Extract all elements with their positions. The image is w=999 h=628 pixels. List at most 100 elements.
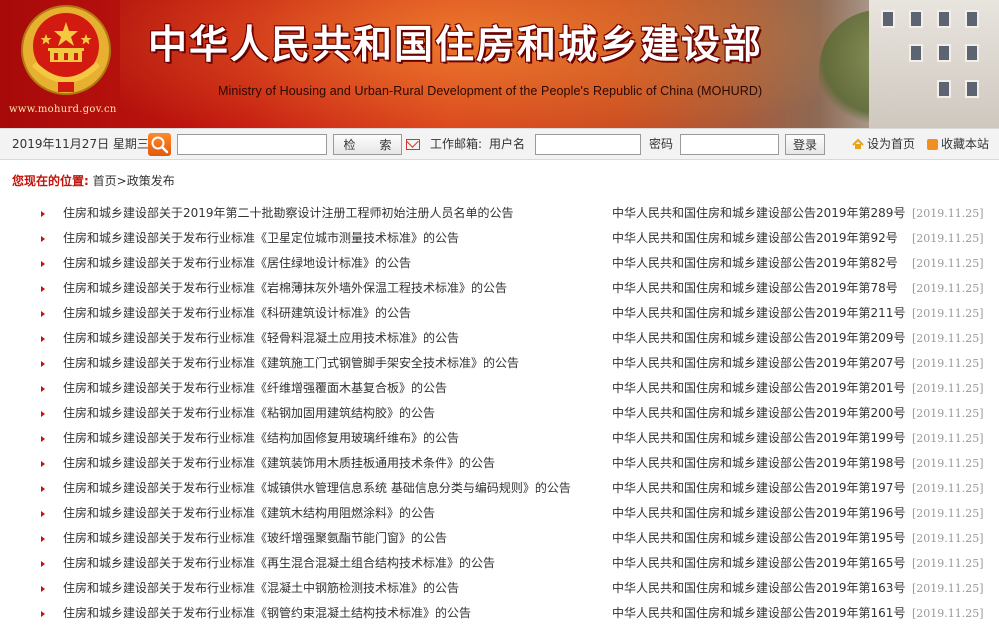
site-title-cn: 中华人民共和国住房和城乡建设部 [148,22,764,68]
national-emblem-icon[interactable] [20,4,112,96]
list-item-title[interactable]: 住房和城乡建设部关于发布行业标准《混凝土中钢筋检测技术标准》的公告 [63,576,459,601]
top-toolbar: 2019年11月27日 星期三 检 索 工作邮箱: 用户名 密码 登录 设为首页… [0,128,999,160]
list-item-date: [2019.11.25] [912,382,984,395]
bullet-icon [41,261,45,267]
list-item-title[interactable]: 住房和城乡建设部关于发布行业标准《结构加固修复用玻璃纤维布》的公告 [63,426,459,451]
site-title-en: Ministry of Housing and Urban-Rural Deve… [218,84,763,98]
list-item-title[interactable]: 住房和城乡建设部关于发布行业标准《岩棉薄抹灰外墙外保温工程技术标准》的公告 [63,276,507,301]
list-item-title[interactable]: 住房和城乡建设部关于发布行业标准《粘钢加固用建筑结构胶》的公告 [63,401,435,426]
list-item-title[interactable]: 住房和城乡建设部关于发布行业标准《钢管约束混凝土结构技术标准》的公告 [63,601,471,626]
list-item-title[interactable]: 住房和城乡建设部关于发布行业标准《建筑木结构用阻燃涂料》的公告 [63,501,435,526]
list-item-date: [2019.11.25] [912,407,984,420]
list-item: 住房和城乡建设部关于发布行业标准《建筑木结构用阻燃涂料》的公告 中华人民共和国住房… [0,501,999,526]
list-item-title[interactable]: 住房和城乡建设部关于发布行业标准《再生混合混凝土组合结构技术标准》的公告 [63,551,495,576]
set-home-link[interactable]: 设为首页 [867,129,915,159]
site-url[interactable]: www.mohurd.gov.cn [9,104,117,115]
list-item-date: [2019.11.25] [912,482,984,495]
list-item-doc-number: 中华人民共和国住房和城乡建设部公告2019年第199号 [612,431,906,445]
site-banner: www.mohurd.gov.cn 中华人民共和国住房和城乡建设部 Minist… [0,0,999,128]
login-button[interactable]: 登录 [785,134,825,155]
list-item-date: [2019.11.25] [912,332,984,345]
list-item-doc-number: 中华人民共和国住房和城乡建设部公告2019年第161号 [612,606,906,620]
home-icon [852,138,864,149]
list-item-doc-number: 中华人民共和国住房和城乡建设部公告2019年第165号 [612,556,906,570]
building-window [937,80,951,98]
building-window [937,44,951,62]
list-item-title[interactable]: 住房和城乡建设部关于发布行业标准《科研建筑设计标准》的公告 [63,301,411,326]
mail-label: 工作邮箱: [430,137,483,151]
list-item: 住房和城乡建设部关于发布行业标准《居住绿地设计标准》的公告 中华人民共和国住房和城… [0,251,999,276]
bullet-icon [41,386,45,392]
building-window [909,44,923,62]
list-item: 住房和城乡建设部关于发布行业标准《再生混合混凝土组合结构技术标准》的公告 中华人民… [0,551,999,576]
list-item: 住房和城乡建设部关于发布行业标准《粘钢加固用建筑结构胶》的公告 中华人民共和国住房… [0,401,999,426]
bullet-icon [41,336,45,342]
list-item-date: [2019.11.25] [912,607,984,620]
bookmark-link[interactable]: 收藏本站 [941,129,989,159]
list-item-title[interactable]: 住房和城乡建设部关于发布行业标准《卫星定位城市测量技术标准》的公告 [63,226,459,251]
list-item-date: [2019.11.25] [912,282,984,295]
list-item-title[interactable]: 住房和城乡建设部关于2019年第二十批勘察设计注册工程师初始注册人员名单的公告 [63,201,514,226]
list-item-title[interactable]: 住房和城乡建设部关于发布行业标准《玻纤增强聚氨酯节能门窗》的公告 [63,526,447,551]
building-window [965,44,979,62]
building-window [965,10,979,28]
list-item: 住房和城乡建设部关于发布行业标准《岩棉薄抹灰外墙外保温工程技术标准》的公告 中华人… [0,276,999,301]
bullet-icon [41,461,45,467]
list-item-doc-number: 中华人民共和国住房和城乡建设部公告2019年第201号 [612,381,906,395]
list-item: 住房和城乡建设部关于发布行业标准《轻骨料混凝土应用技术标准》的公告 中华人民共和国… [0,326,999,351]
list-item: 住房和城乡建设部关于发布行业标准《玻纤增强聚氨酯节能门窗》的公告 中华人民共和国住… [0,526,999,551]
search-button[interactable]: 检 索 [333,134,402,155]
list-item-doc-number: 中华人民共和国住房和城乡建设部公告2019年第82号 [612,256,898,270]
list-item-date: [2019.11.25] [912,207,984,220]
list-item-date: [2019.11.25] [912,432,984,445]
list-item-doc-number: 中华人民共和国住房和城乡建设部公告2019年第211号 [612,306,906,320]
bookmark-icon [927,139,938,150]
bullet-icon [41,361,45,367]
bullet-icon [41,411,45,417]
current-date: 2019年11月27日 星期三 [12,137,149,151]
list-item-doc-number: 中华人民共和国住房和城乡建设部公告2019年第195号 [612,531,906,545]
bullet-icon [41,211,45,217]
bullet-icon [41,536,45,542]
list-item-date: [2019.11.25] [912,507,984,520]
policy-list: 住房和城乡建设部关于2019年第二十批勘察设计注册工程师初始注册人员名单的公告中… [0,201,999,626]
list-item-title[interactable]: 住房和城乡建设部关于发布行业标准《建筑装饰用木质挂板通用技术条件》的公告 [63,451,495,476]
list-item: 住房和城乡建设部关于发布行业标准《建筑施工门式钢管脚手架安全技术标准》的公告 中华… [0,351,999,376]
list-item-doc-number: 中华人民共和国住房和城乡建设部公告2019年第200号 [612,406,906,420]
list-item-doc-number: 中华人民共和国住房和城乡建设部公告2019年第78号 [612,281,898,295]
username-label: 用户名 [489,137,526,151]
breadcrumb: 您现在的位置: 首页>政策发布 [12,172,175,189]
bullet-icon [41,486,45,492]
username-input[interactable] [535,134,641,155]
list-item-doc-number: 中华人民共和国住房和城乡建设部公告2019年第209号 [612,331,906,345]
building-window [881,10,895,28]
building-window [909,10,923,28]
password-input[interactable] [680,134,779,155]
list-item: 住房和城乡建设部关于发布行业标准《钢管约束混凝土结构技术标准》的公告 中华人民共和… [0,601,999,626]
list-item-doc-number: 中华人民共和国住房和城乡建设部公告2019年第163号 [612,581,906,595]
list-item-date: [2019.11.25] [912,557,984,570]
breadcrumb-label: 您现在的位置: [12,174,89,188]
list-item: 住房和城乡建设部关于发布行业标准《城镇供水管理信息系统 基础信息分类与编码规则》… [0,476,999,501]
list-item: 住房和城乡建设部关于发布行业标准《卫星定位城市测量技术标准》的公告 中华人民共和国… [0,226,999,251]
search-icon[interactable] [148,133,171,156]
list-item-date: [2019.11.25] [912,532,984,545]
list-item-date: [2019.11.25] [912,457,984,470]
bullet-icon [41,311,45,317]
search-input[interactable] [177,134,327,155]
list-item-date: [2019.11.25] [912,582,984,595]
mail-icon [406,139,420,150]
building-window [937,10,951,28]
list-item-doc-number: 中华人民共和国住房和城乡建设部公告2019年第198号 [612,456,906,470]
list-item-title[interactable]: 住房和城乡建设部关于发布行业标准《轻骨料混凝土应用技术标准》的公告 [63,326,459,351]
list-item-title[interactable]: 住房和城乡建设部关于发布行业标准《居住绿地设计标准》的公告 [63,251,411,276]
list-item-title[interactable]: 住房和城乡建设部关于发布行业标准《建筑施工门式钢管脚手架安全技术标准》的公告 [63,351,519,376]
list-item: 住房和城乡建设部关于发布行业标准《科研建筑设计标准》的公告 中华人民共和国住房和城… [0,301,999,326]
bullet-icon [41,511,45,517]
list-item-date: [2019.11.25] [912,257,984,270]
list-item-doc-number: 中华人民共和国住房和城乡建设部公告2019年第196号 [612,506,906,520]
list-item: 住房和城乡建设部关于发布行业标准《纤维增强覆面木基复合板》的公告 中华人民共和国住… [0,376,999,401]
list-item-title[interactable]: 住房和城乡建设部关于发布行业标准《城镇供水管理信息系统 基础信息分类与编码规则》… [63,476,571,501]
breadcrumb-path[interactable]: 首页>政策发布 [93,174,175,188]
list-item-title[interactable]: 住房和城乡建设部关于发布行业标准《纤维增强覆面木基复合板》的公告 [63,376,447,401]
